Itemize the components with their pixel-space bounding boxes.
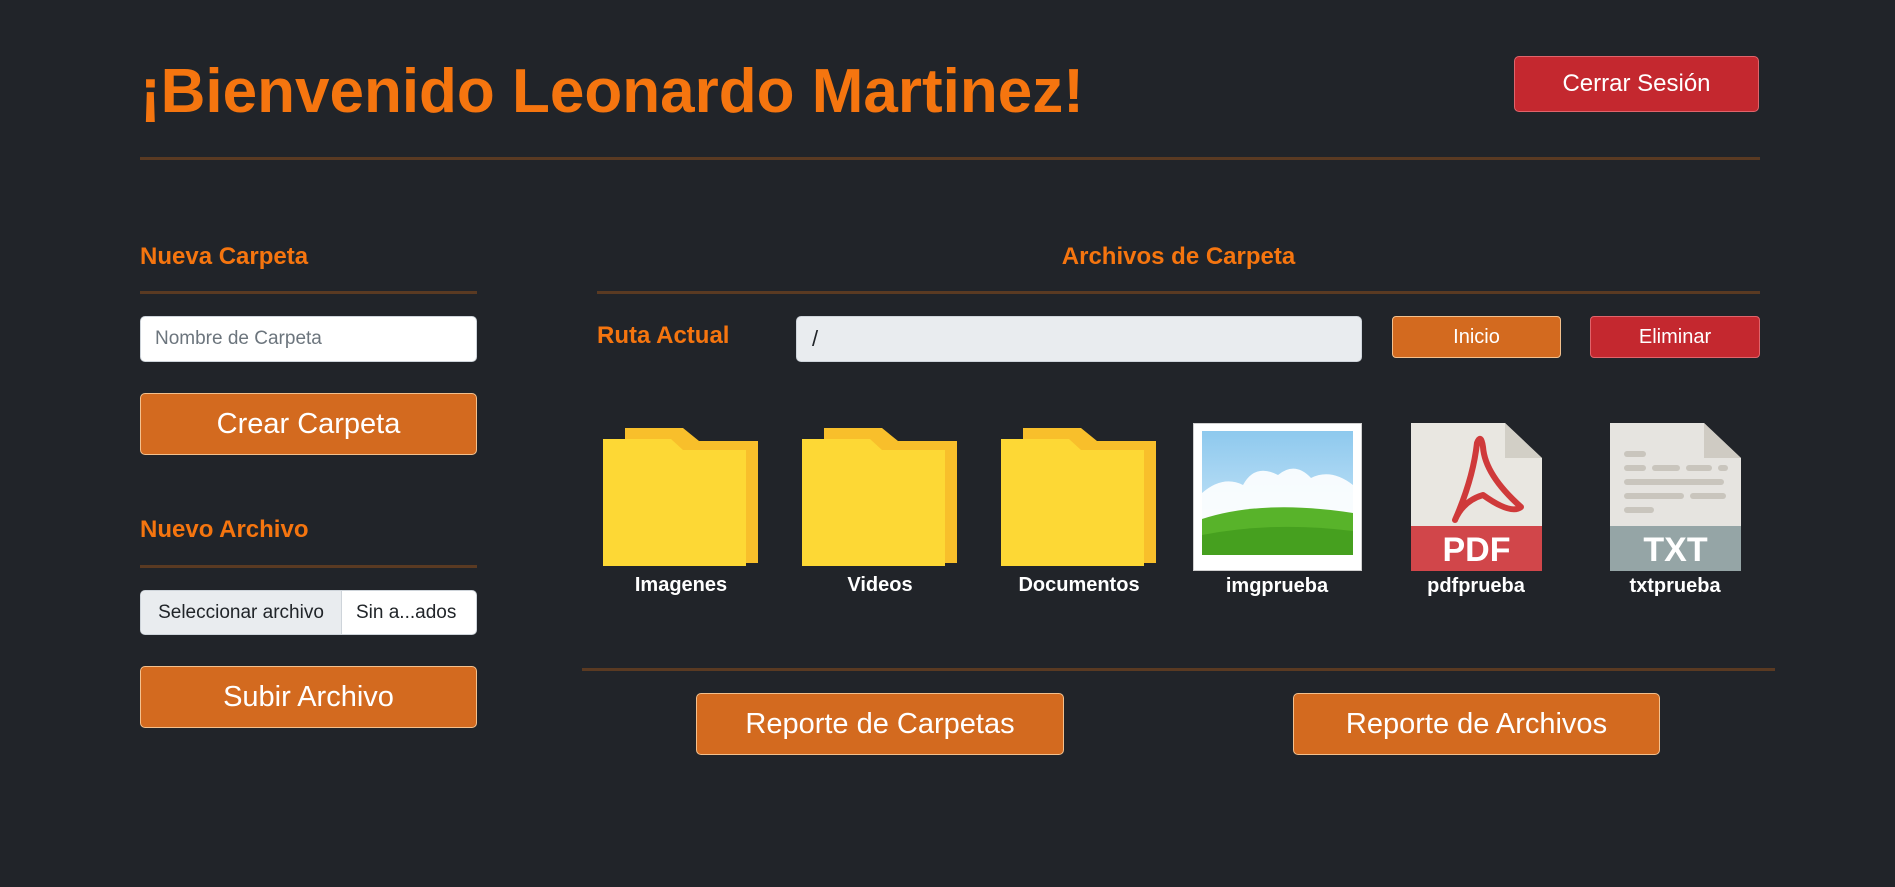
folder-item[interactable]: Documentos (984, 428, 1174, 597)
txt-badge: TXT (1643, 531, 1707, 569)
choose-file-button[interactable]: Seleccionar archivo (141, 591, 342, 634)
item-name: Documentos (1018, 574, 1140, 596)
new-file-divider (140, 565, 477, 568)
no-file-label: Sin a...ados (356, 601, 457, 623)
pdf-file-icon: PDF (1410, 423, 1542, 571)
header-divider (140, 157, 1760, 160)
grid-divider (582, 668, 1775, 671)
item-name: txtprueba (1629, 575, 1721, 597)
create-folder-button[interactable]: Crear Carpeta (140, 393, 477, 455)
item-name: pdfprueba (1427, 575, 1525, 597)
folder-icon (1001, 428, 1156, 566)
file-picker[interactable]: Seleccionar archivo Sin a...ados (140, 590, 477, 635)
page-title: ¡Bienvenido Leonardo Martinez! (140, 57, 1084, 126)
folder-files-heading: Archivos de Carpeta (1061, 243, 1296, 270)
image-file-icon (1192, 423, 1362, 571)
upload-file-button[interactable]: Subir Archivo (140, 666, 477, 728)
item-name: Videos (847, 574, 913, 596)
new-folder-divider (140, 291, 477, 294)
item-name: Imagenes (634, 574, 728, 596)
folder-icon (802, 428, 957, 566)
pdf-badge: PDF (1442, 531, 1510, 569)
folder-item[interactable]: Videos (785, 428, 975, 597)
new-file-heading: Nuevo Archivo (140, 516, 309, 543)
file-item[interactable]: PDF pdfprueba (1381, 423, 1571, 598)
delete-button[interactable]: Eliminar (1590, 316, 1760, 358)
new-folder-heading: Nueva Carpeta (140, 243, 309, 270)
folder-item[interactable]: Imagenes (586, 428, 776, 597)
folder-name-input[interactable] (140, 316, 477, 362)
current-path-field: / (796, 316, 1362, 362)
current-path-value: / (812, 326, 819, 351)
folder-icon (603, 428, 758, 566)
home-button[interactable]: Inicio (1392, 316, 1561, 358)
file-report-button[interactable]: Reporte de Archivos (1293, 693, 1660, 755)
file-item[interactable]: TXT txtprueba (1580, 423, 1770, 598)
logout-button[interactable]: Cerrar Sesión (1514, 56, 1759, 112)
folder-report-button[interactable]: Reporte de Carpetas (696, 693, 1064, 755)
page: ¡Bienvenido Leonardo Martinez! Cerrar Se… (0, 0, 1895, 887)
current-path-label: Ruta Actual (597, 322, 730, 349)
file-item[interactable]: imgprueba (1182, 423, 1372, 598)
folder-files-divider (597, 291, 1760, 294)
txt-file-icon: TXT (1609, 423, 1741, 571)
item-name: imgprueba (1225, 575, 1329, 597)
